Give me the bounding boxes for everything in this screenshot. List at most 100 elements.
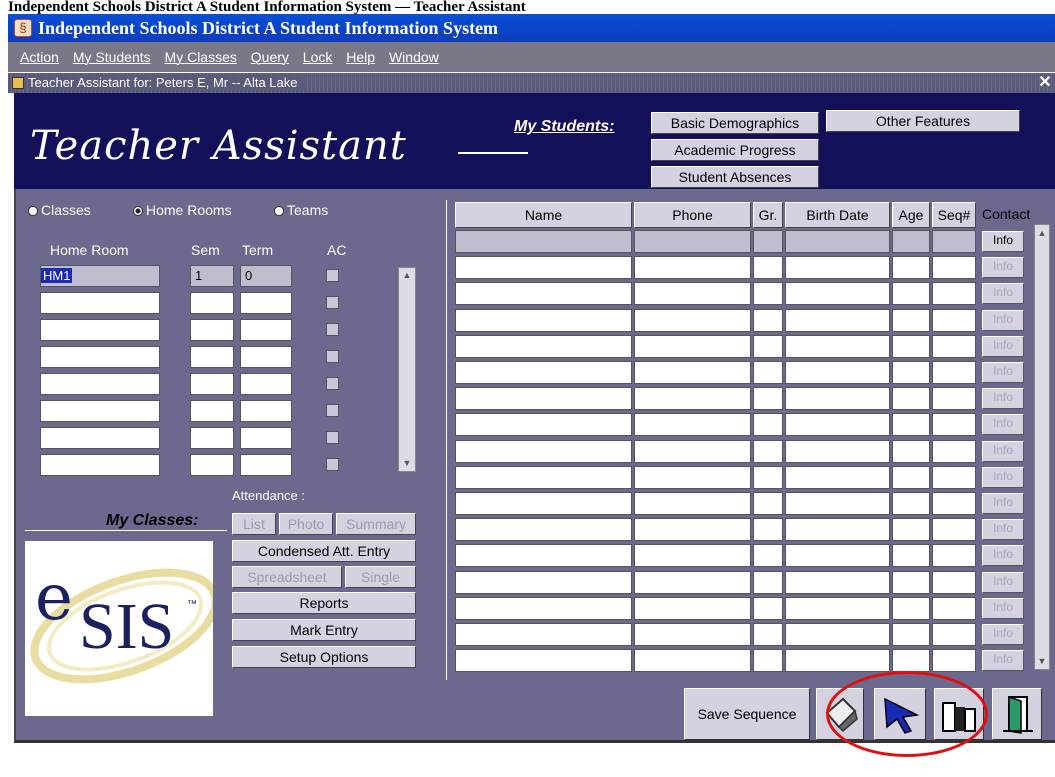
student-cell[interactable] [932, 518, 976, 542]
student-cell[interactable] [785, 282, 890, 306]
student-cell[interactable] [892, 596, 930, 620]
student-cell[interactable] [753, 387, 783, 411]
student-cell[interactable] [892, 518, 930, 542]
student-cell[interactable] [634, 308, 751, 332]
student-scrollbar[interactable] [1034, 224, 1050, 670]
homeroom-cell[interactable] [240, 400, 292, 422]
student-cell[interactable] [634, 256, 751, 280]
homeroom-cell[interactable] [240, 454, 292, 476]
other-features-button[interactable]: Other Features [826, 110, 1020, 132]
student-cell[interactable] [634, 596, 751, 620]
condensed-att-entry-button[interactable]: Condensed Att. Entry [232, 540, 416, 562]
col-header-name[interactable]: Name [455, 202, 632, 228]
list-button[interactable]: List [232, 513, 276, 535]
student-cell[interactable] [634, 649, 751, 673]
homeroom-cell[interactable] [40, 346, 160, 368]
student-cell[interactable] [753, 334, 783, 358]
student-cell[interactable] [785, 413, 890, 437]
info-button[interactable]: Info [982, 597, 1024, 619]
scroll-down-icon[interactable]: ▼ [1037, 656, 1047, 666]
student-cell[interactable] [753, 256, 783, 280]
info-button[interactable]: Info [982, 545, 1024, 567]
student-cell[interactable] [932, 492, 976, 515]
menu-my-students[interactable]: My Students [73, 49, 151, 65]
menu-help[interactable]: Help [346, 49, 375, 65]
info-button[interactable]: Info [982, 493, 1024, 514]
ac-checkbox[interactable] [326, 323, 339, 336]
student-cell[interactable] [892, 413, 930, 437]
info-button[interactable]: Info [982, 440, 1024, 462]
homeroom-cell[interactable] [190, 319, 234, 341]
student-cell[interactable] [892, 439, 930, 463]
info-button[interactable]: Info [982, 466, 1024, 488]
student-cell[interactable] [932, 230, 976, 253]
student-cell[interactable] [753, 544, 783, 568]
student-cell[interactable] [455, 623, 632, 646]
student-cell[interactable] [455, 570, 632, 594]
col-header-age[interactable]: Age [892, 202, 930, 228]
student-cell[interactable] [785, 492, 890, 515]
student-cell[interactable] [785, 387, 890, 411]
spreadsheet-button[interactable]: Spreadsheet [232, 566, 342, 588]
radio-teams[interactable]: Teams [274, 202, 328, 218]
student-cell[interactable] [455, 596, 632, 620]
menu-window[interactable]: Window [389, 49, 439, 65]
col-header-phone[interactable]: Phone [634, 202, 751, 228]
setup-options-button[interactable]: Setup Options [232, 646, 416, 668]
student-cell[interactable] [753, 570, 783, 594]
ac-checkbox[interactable] [326, 431, 339, 444]
student-cell[interactable] [634, 230, 751, 253]
homeroom-scrollbar[interactable] [398, 267, 416, 472]
student-cell[interactable] [634, 439, 751, 463]
homeroom-cell[interactable] [240, 373, 292, 395]
homeroom-cell[interactable] [190, 427, 234, 449]
col-header-grade[interactable]: Gr. [753, 202, 783, 228]
mark-entry-button[interactable]: Mark Entry [232, 619, 416, 641]
basic-demographics-button[interactable]: Basic Demographics [651, 112, 819, 134]
student-cell[interactable] [753, 492, 783, 515]
student-cell[interactable] [892, 334, 930, 358]
homeroom-cell[interactable] [190, 400, 234, 422]
student-cell[interactable] [785, 649, 890, 673]
student-cell[interactable] [892, 623, 930, 646]
col-header-seq[interactable]: Seq# [932, 202, 976, 228]
student-cell[interactable] [932, 413, 976, 437]
reports-button[interactable]: Reports [232, 592, 416, 614]
menu-query[interactable]: Query [251, 49, 289, 65]
scroll-up-icon[interactable]: ▲ [1037, 228, 1047, 238]
radio-classes[interactable]: Classes [28, 202, 91, 218]
student-cell[interactable] [634, 623, 751, 646]
student-cell[interactable] [785, 623, 890, 646]
homeroom-cell[interactable] [240, 346, 292, 368]
student-cell[interactable] [892, 230, 930, 253]
student-cell[interactable] [455, 465, 632, 489]
student-cell[interactable] [634, 570, 751, 594]
homeroom-cell[interactable] [40, 319, 160, 341]
student-cell[interactable] [785, 334, 890, 358]
menu-my-classes[interactable]: My Classes [165, 49, 237, 65]
student-cell[interactable] [634, 413, 751, 437]
student-cell[interactable] [753, 282, 783, 306]
home-room-field[interactable]: HM1 [40, 265, 160, 287]
student-cell[interactable] [892, 570, 930, 594]
close-icon[interactable]: ✕ [1036, 73, 1054, 93]
ac-checkbox[interactable] [326, 269, 339, 282]
student-cell[interactable] [455, 492, 632, 515]
homeroom-cell[interactable] [40, 454, 160, 476]
student-absences-button[interactable]: Student Absences [651, 166, 819, 188]
student-cell[interactable] [455, 282, 632, 306]
student-cell[interactable] [753, 413, 783, 437]
student-cell[interactable] [892, 308, 930, 332]
ac-checkbox[interactable] [326, 404, 339, 417]
student-cell[interactable] [892, 544, 930, 568]
student-cell[interactable] [455, 544, 632, 568]
scroll-down-icon[interactable]: ▼ [402, 458, 412, 468]
student-cell[interactable] [753, 308, 783, 332]
info-button[interactable]: Info [982, 624, 1024, 645]
ac-checkbox[interactable] [326, 458, 339, 471]
menu-action[interactable]: Action [20, 49, 59, 65]
student-cell[interactable] [753, 596, 783, 620]
student-cell[interactable] [753, 230, 783, 253]
student-cell[interactable] [932, 361, 976, 384]
student-cell[interactable] [634, 544, 751, 568]
